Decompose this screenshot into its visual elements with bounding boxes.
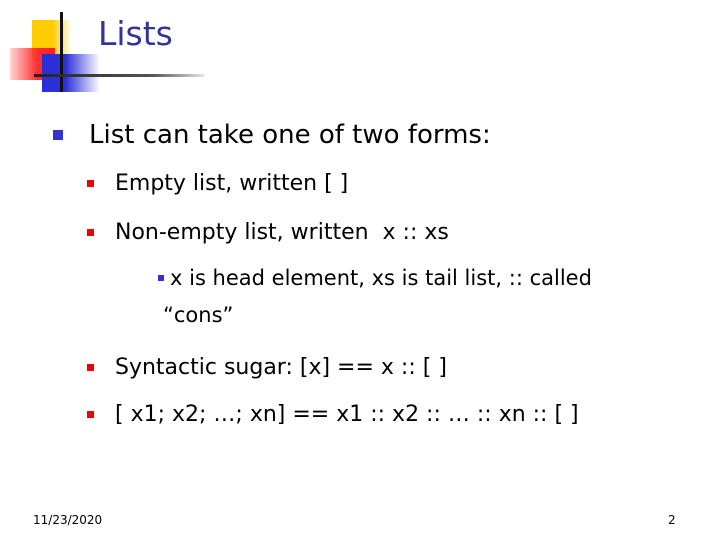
vertical-line-decoration [60, 12, 63, 92]
square-bullet-icon [87, 180, 94, 187]
blue-square-decoration [42, 54, 100, 92]
square-bullet-icon [87, 411, 94, 418]
horizontal-line-decoration [34, 74, 204, 77]
bullet-item: [ x1; x2; …; xn] == x1 :: x2 :: … :: xn … [87, 402, 579, 427]
bullet-text: Syntactic sugar: [x] == x :: [ ] [115, 355, 447, 380]
bullet-item: Non-empty list, written x :: xs [87, 220, 449, 245]
square-bullet-icon [158, 275, 164, 281]
bullet-item: Empty list, written [ ] [87, 171, 348, 196]
bullet-text: Empty list, written [ ] [115, 171, 349, 196]
square-bullet-icon [53, 130, 63, 140]
square-bullet-icon [87, 229, 94, 236]
bullet-continuation-text: “cons” [163, 303, 234, 327]
slide-title: Lists [98, 14, 173, 53]
footer-page-number: 2 [668, 513, 676, 527]
bullet-item: List can take one of two forms: [53, 120, 491, 150]
bullet-text: List can take one of two forms: [89, 120, 491, 150]
footer-date: 11/23/2020 [33, 513, 103, 527]
bullet-text: Non-empty list, written x :: xs [115, 220, 449, 245]
bullet-item: x is head element, xs is tail list, :: c… [158, 266, 592, 290]
bullet-item: Syntactic sugar: [x] == x :: [ ] [87, 355, 447, 380]
bullet-text: x is head element, xs is tail list, :: c… [170, 266, 592, 290]
bullet-text: [ x1; x2; …; xn] == x1 :: x2 :: … :: xn … [115, 402, 579, 427]
square-bullet-icon [87, 364, 94, 371]
